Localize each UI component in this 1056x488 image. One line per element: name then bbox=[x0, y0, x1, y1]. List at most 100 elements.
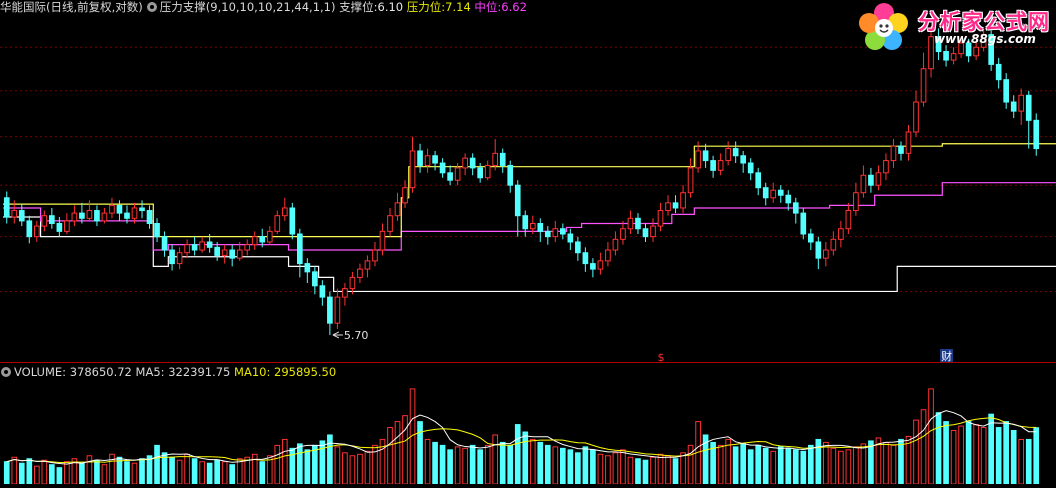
volume-bar bbox=[762, 447, 769, 485]
candle-body bbox=[79, 212, 85, 219]
candle-body bbox=[913, 101, 919, 133]
volume-bar bbox=[41, 459, 48, 485]
volume-bar bbox=[499, 441, 506, 485]
candle-body bbox=[875, 172, 882, 186]
volume-bar bbox=[33, 465, 40, 485]
gear-icon[interactable] bbox=[146, 2, 157, 12]
volume-bar bbox=[732, 446, 739, 485]
volume-bar bbox=[492, 434, 499, 485]
candle-body bbox=[18, 210, 25, 222]
volume-bar bbox=[928, 388, 934, 485]
volume-bar bbox=[274, 444, 281, 485]
volume-bar bbox=[965, 421, 972, 485]
candle-body bbox=[161, 236, 168, 251]
volume-bar bbox=[191, 458, 198, 485]
candle-body bbox=[657, 210, 664, 227]
volume-bar bbox=[319, 440, 326, 485]
volume-bar bbox=[883, 441, 889, 485]
volume-bar bbox=[853, 446, 859, 485]
candle-body bbox=[379, 230, 386, 251]
logo-url[interactable]: www.88gs.com bbox=[934, 32, 1036, 46]
gear-icon[interactable] bbox=[1, 367, 11, 377]
candle-body bbox=[342, 288, 348, 298]
candle-body bbox=[522, 215, 529, 230]
volume-bar bbox=[259, 461, 266, 485]
candle-body bbox=[507, 164, 514, 186]
middle-value: 6.62 bbox=[501, 0, 527, 14]
candle-body bbox=[492, 152, 499, 166]
candle-body bbox=[537, 222, 544, 232]
volume-bar bbox=[101, 464, 108, 485]
volume-bar bbox=[522, 431, 529, 485]
volume-bar bbox=[950, 430, 957, 485]
volume-bar bbox=[627, 456, 634, 485]
candle-body bbox=[146, 210, 153, 224]
candle-body bbox=[868, 174, 874, 186]
volume-bar bbox=[439, 444, 446, 485]
candle-body bbox=[394, 202, 401, 217]
candle-body bbox=[838, 228, 844, 240]
volume-bar bbox=[552, 446, 559, 485]
candle-body bbox=[349, 276, 356, 290]
volume-bar bbox=[860, 443, 867, 485]
volume-bar bbox=[935, 412, 942, 485]
volume-bar bbox=[650, 456, 656, 485]
indicator-name[interactable]: 压力支撑(9,10,10,10,21,44,1,1) bbox=[160, 0, 336, 14]
candle-body bbox=[244, 244, 251, 251]
volume-bar bbox=[845, 449, 852, 485]
volume-bar bbox=[424, 438, 431, 485]
volume-bar bbox=[79, 462, 85, 485]
candle-body bbox=[131, 207, 138, 219]
stock-chart-svg[interactable]: 5.70 $ 财 bbox=[0, 0, 1056, 485]
candle-body bbox=[853, 192, 859, 212]
low-arrow-icon bbox=[332, 331, 343, 339]
candle-body bbox=[499, 152, 506, 166]
volume-bar bbox=[544, 444, 551, 485]
volume-bar bbox=[838, 450, 844, 485]
candle-body bbox=[86, 210, 93, 219]
volume-bar bbox=[176, 459, 183, 485]
candle-body bbox=[94, 210, 100, 222]
candle-body bbox=[229, 249, 236, 259]
volume-bar bbox=[913, 419, 919, 485]
ma10-value: 295895.50 bbox=[274, 365, 337, 379]
candle-body bbox=[680, 192, 686, 209]
resistance-line bbox=[3, 143, 1056, 238]
volume-bar bbox=[605, 455, 611, 485]
candle-body bbox=[101, 212, 108, 222]
volume-bar bbox=[49, 464, 55, 485]
candle-body bbox=[372, 249, 378, 262]
candle-body bbox=[236, 249, 243, 259]
volume-bar bbox=[958, 425, 964, 485]
volume-bar bbox=[11, 456, 18, 485]
candle-body bbox=[544, 230, 551, 238]
candle-body bbox=[289, 207, 296, 235]
candle-body bbox=[575, 241, 581, 254]
candle-body bbox=[274, 215, 281, 232]
candle-body bbox=[447, 172, 453, 181]
candle-body bbox=[792, 202, 799, 214]
candle-body bbox=[169, 249, 175, 265]
volume-bar bbox=[342, 452, 348, 485]
volume-bar bbox=[582, 446, 589, 485]
candle-body bbox=[898, 145, 904, 154]
volume-bar bbox=[747, 449, 754, 485]
chart-area[interactable]: 5.70 $ 财 bbox=[0, 0, 1056, 485]
candle-body bbox=[890, 145, 897, 162]
candle-body bbox=[357, 268, 363, 278]
candle-body bbox=[266, 230, 273, 243]
volume-bar bbox=[169, 456, 175, 485]
volume-bar bbox=[777, 446, 784, 485]
candle-body bbox=[800, 212, 807, 235]
candle-body bbox=[462, 157, 468, 169]
candle-body bbox=[281, 207, 288, 217]
middle-line bbox=[3, 182, 1056, 251]
candle-body bbox=[687, 167, 694, 194]
resistance-value: 7.14 bbox=[445, 0, 471, 14]
candle-body bbox=[1010, 101, 1017, 112]
volume-bar bbox=[740, 443, 747, 485]
volume-bar bbox=[447, 449, 453, 485]
volume-bar bbox=[334, 446, 341, 485]
candle-body bbox=[154, 222, 160, 238]
price-header: 华能国际(日线,前复权,对数) 压力支撑(9,10,10,10,21,44,1,1… bbox=[0, 0, 527, 14]
